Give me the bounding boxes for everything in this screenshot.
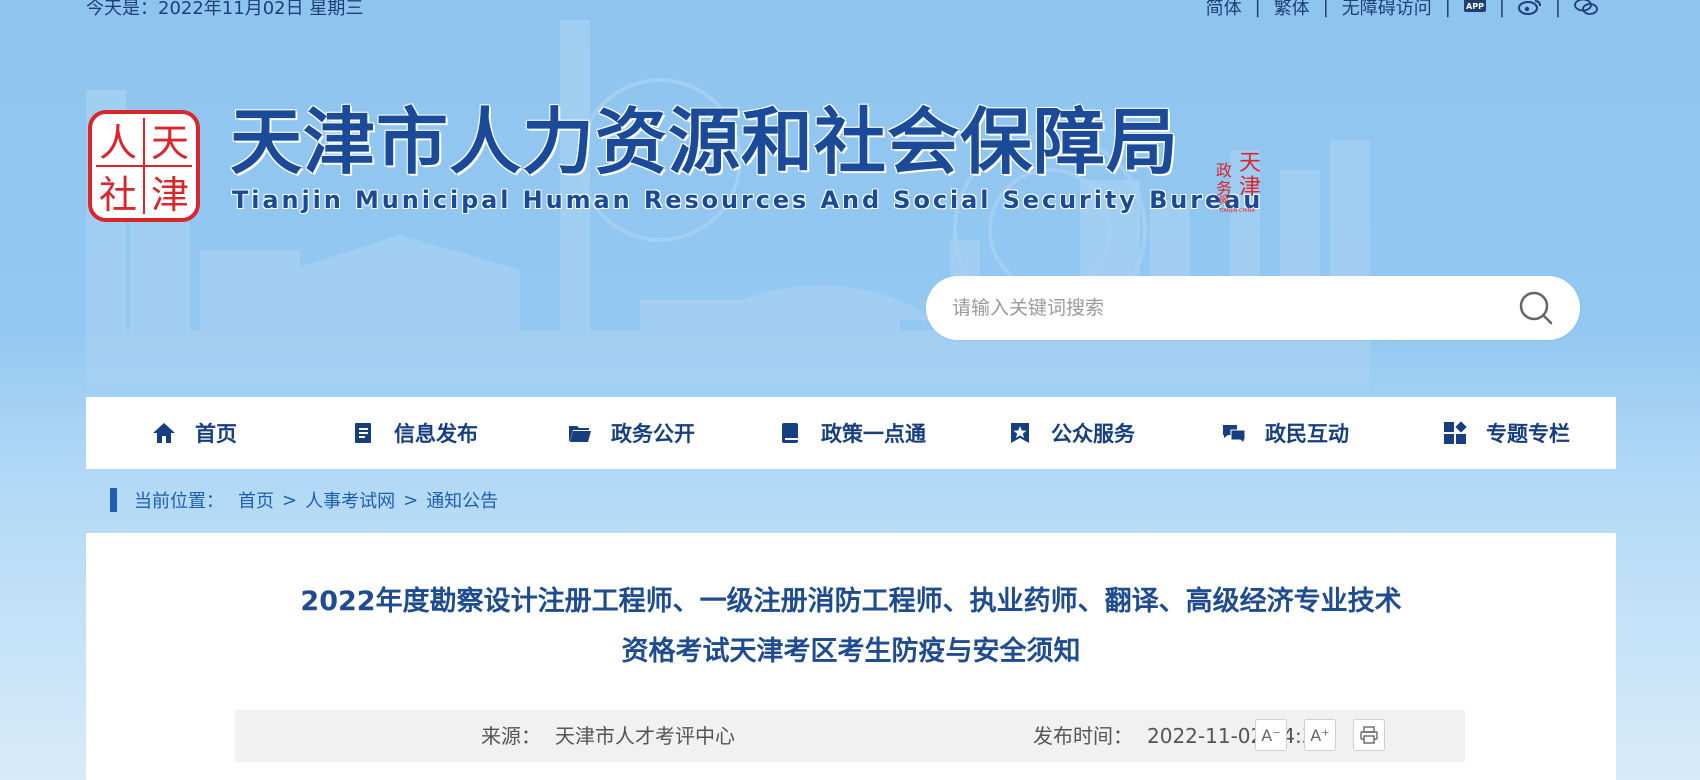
- source-label: 来源：: [481, 724, 541, 748]
- nav-item-interaction[interactable]: 政民互动: [1222, 397, 1349, 469]
- nav-label: 首页: [195, 422, 237, 446]
- nav-label: 政策一点通: [821, 422, 926, 446]
- font-larger-button[interactable]: A⁺: [1304, 719, 1336, 751]
- seal-char: 津: [151, 173, 189, 217]
- tianjin-gov-seal: 天 津 政 务 网 TIANJIN CHINA: [1216, 151, 1261, 214]
- print-icon: [1360, 726, 1378, 744]
- seal-char: 社: [99, 173, 137, 217]
- svg-text:APP: APP: [1466, 2, 1484, 11]
- nav-item-public-service[interactable]: 公众服务: [1008, 397, 1135, 469]
- breadcrumb-marker: [110, 488, 117, 512]
- separator: |: [1554, 0, 1561, 18]
- svg-text:网: 网: [1219, 195, 1229, 207]
- svg-text:天: 天: [1239, 151, 1261, 176]
- utility-links: 简体 | 繁体 | 无障碍访问 | APP | |: [1206, 0, 1598, 20]
- separator: |: [1322, 0, 1329, 18]
- main-nav: 首页 信息发布 政务公开 政策一点通 公众服务 政民互动 专题专栏: [86, 397, 1616, 469]
- svg-text:TIANJIN CHINA: TIANJIN CHINA: [1218, 208, 1255, 214]
- search-box: [926, 276, 1580, 340]
- nav-item-special-topics[interactable]: 专题专栏: [1443, 397, 1570, 469]
- svg-text:津: 津: [1239, 175, 1261, 200]
- nav-item-info-release[interactable]: 信息发布: [351, 397, 478, 469]
- print-button[interactable]: [1353, 719, 1385, 751]
- current-date: 今天是：2022年11月02日 星期三: [86, 0, 364, 19]
- weibo-icon[interactable]: [1517, 0, 1542, 15]
- breadcrumb-separator: >: [282, 489, 298, 511]
- folder-icon: [569, 426, 591, 442]
- source-value: 天津市人才考评中心: [555, 724, 735, 748]
- breadcrumb-home[interactable]: 首页: [238, 487, 274, 513]
- nav-item-home[interactable]: 首页: [152, 397, 237, 469]
- nav-label: 信息发布: [394, 422, 478, 446]
- search-input[interactable]: [952, 276, 1492, 340]
- article-panel: 2022年度勘察设计注册工程师、一级注册消防工程师、执业药师、翻译、高级经济专业…: [86, 533, 1616, 780]
- breadcrumb-separator: >: [403, 489, 419, 511]
- traditional-chinese-link[interactable]: 繁体: [1274, 0, 1310, 20]
- svg-text:政: 政: [1216, 161, 1232, 180]
- seal-char: 人: [99, 121, 137, 165]
- breadcrumb-notices[interactable]: 通知公告: [426, 487, 498, 513]
- site-title: 天津市人力资源和社会保障局: [230, 100, 1180, 184]
- nav-label: 政民互动: [1265, 422, 1349, 446]
- separator: |: [1444, 0, 1451, 18]
- chat-icon: [1223, 425, 1246, 444]
- article-source: 来源： 天津市人才考评中心: [481, 710, 735, 762]
- site-subtitle: Tianjin Municipal Human Resources And So…: [232, 186, 1264, 214]
- simplified-chinese-link[interactable]: 简体: [1206, 0, 1242, 20]
- font-smaller-button[interactable]: A⁻: [1255, 719, 1287, 751]
- separator: |: [1498, 0, 1505, 18]
- article-title: 2022年度勘察设计注册工程师、一级注册消防工程师、执业药师、翻译、高级经济专业…: [86, 577, 1616, 677]
- document-icon: [355, 423, 371, 443]
- separator: |: [1254, 0, 1261, 18]
- article-title-line-1: 2022年度勘察设计注册工程师、一级注册消防工程师、执业药师、翻译、高级经济专业…: [300, 586, 1402, 617]
- bureau-logo-seal: 人 天 社 津: [88, 110, 200, 222]
- article-title-line-2: 资格考试天津考区考生防疫与安全须知: [621, 636, 1081, 667]
- article-meta-bar: 来源： 天津市人才考评中心 发布时间： 2022-11-02 14:31 A⁻ A⁺: [235, 710, 1465, 762]
- nav-label: 政务公开: [611, 422, 695, 446]
- app-icon[interactable]: APP: [1463, 0, 1486, 16]
- top-utility-bar: 今天是：2022年11月02日 星期三 简体 | 繁体 | 无障碍访问 | AP…: [0, 0, 1700, 20]
- breadcrumb-prefix: 当前位置：: [134, 491, 224, 512]
- book-icon: [782, 423, 798, 443]
- grid-icon: [1444, 421, 1467, 444]
- star-badge-icon: [1011, 423, 1029, 443]
- nav-item-gov-affairs[interactable]: 政务公开: [568, 397, 695, 469]
- nav-label: 专题专栏: [1486, 422, 1570, 446]
- time-value: 2022-11-02 14:31: [1147, 724, 1328, 748]
- home-icon: [153, 423, 175, 443]
- breadcrumb: 当前位置： 首页 > 人事考试网 > 通知公告: [110, 488, 498, 512]
- accessibility-link[interactable]: 无障碍访问: [1342, 0, 1432, 20]
- nav-item-policy[interactable]: 政策一点通: [778, 397, 926, 469]
- seal-char: 天: [151, 121, 189, 165]
- breadcrumb-exam-site[interactable]: 人事考试网: [305, 487, 395, 513]
- nav-label: 公众服务: [1051, 422, 1135, 446]
- time-label: 发布时间：: [1033, 724, 1133, 748]
- wechat-icon[interactable]: [1574, 0, 1598, 15]
- search-icon[interactable]: [1518, 290, 1554, 326]
